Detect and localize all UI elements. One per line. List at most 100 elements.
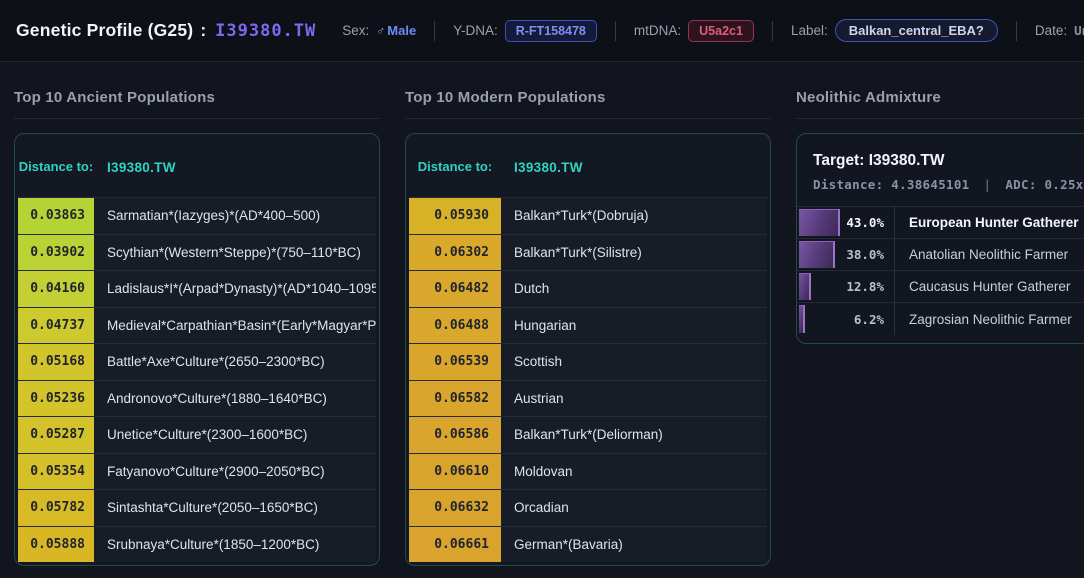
mtdna-label: mtDNA: <box>634 23 681 38</box>
admixture-table: 43.0% European Hunter Gatherer 38.0% Ana… <box>797 206 1084 335</box>
date-value: Unknown <box>1074 23 1084 38</box>
admixture-bar <box>799 273 811 300</box>
distance-cell: 0.06582 <box>409 381 501 417</box>
admixture-adc: ADC: 0.25x <box>1005 177 1083 192</box>
population-cell: Sintashta*Culture*(2050–1650*BC) <box>94 490 376 526</box>
admixture-percent: 43.0% <box>846 215 884 230</box>
table-row: 0.06661German*(Bavaria) <box>409 526 767 563</box>
admixture-label: Zagrosian Neolithic Farmer <box>894 303 1084 335</box>
distance-cell: 0.05287 <box>18 417 94 453</box>
bar-zone: 43.0% <box>797 207 894 238</box>
ydna-badge[interactable]: R-FT158478 <box>505 20 597 42</box>
title-separator: : <box>200 20 206 41</box>
ancient-populations-table: Distance to: I39380.TW 0.03863Sarmatian*… <box>14 133 380 566</box>
distance-cell: 0.03902 <box>18 235 94 271</box>
table-row: 0.05888Srubnaya*Culture*(1850–1200*BC) <box>18 526 376 563</box>
table-row: 0.05236Andronovo*Culture*(1880–1640*BC) <box>18 380 376 417</box>
profile-meta: Sex: ♂Male Y-DNA: R-FT158478 mtDNA: U5a2… <box>342 19 1084 42</box>
admixture-section-title: Neolithic Admixture <box>796 62 1084 119</box>
table-row: 0.05354Fatyanovo*Culture*(2900–2050*BC) <box>18 453 376 490</box>
admixture-bar <box>799 209 840 236</box>
admixture-percent: 38.0% <box>846 247 884 262</box>
table-row: 0.06586Balkan*Turk*(Deliorman) <box>409 416 767 453</box>
population-cell: Austrian <box>501 381 767 417</box>
admixture-row: 6.2% Zagrosian Neolithic Farmer <box>797 303 1084 335</box>
table-header: Distance to: I39380.TW <box>409 137 767 197</box>
sample-column-header: I39380.TW <box>94 160 176 175</box>
population-cell: Balkan*Turk*(Dobruja) <box>501 198 767 234</box>
distance-cell: 0.06610 <box>409 454 501 490</box>
admixture-label: Caucasus Hunter Gatherer <box>894 271 1084 302</box>
sex-label: Sex: <box>342 23 369 38</box>
meta-divider <box>772 21 773 41</box>
population-cell: Sarmatian*(Iazyges)*(AD*400–500) <box>94 198 376 234</box>
target-label: Target: <box>813 152 864 169</box>
population-cell: Scythian*(Western*Steppe)*(750–110*BC) <box>94 235 376 271</box>
table-row: 0.03902Scythian*(Western*Steppe)*(750–11… <box>18 234 376 271</box>
population-cell: Scottish <box>501 344 767 380</box>
population-cell: Balkan*Turk*(Silistre) <box>501 235 767 271</box>
distance-cell: 0.06482 <box>409 271 501 307</box>
distance-cell: 0.06488 <box>409 308 501 344</box>
bar-zone: 12.8% <box>797 271 894 302</box>
male-icon: ♂ <box>376 24 385 38</box>
distance-cell: 0.03863 <box>18 198 94 234</box>
table-row: 0.03863Sarmatian*(Iazyges)*(AD*400–500) <box>18 197 376 234</box>
meta-divider <box>615 21 616 41</box>
admixture-stats: Distance: 4.38645101 | ADC: 0.25x <box>797 170 1084 206</box>
population-cell: Balkan*Turk*(Deliorman) <box>501 417 767 453</box>
sex-value-text: Male <box>387 23 416 38</box>
distance-cell: 0.05236 <box>18 381 94 417</box>
table-header: Distance to: I39380.TW <box>18 137 376 197</box>
distance-cell: 0.05888 <box>18 527 94 563</box>
modern-section-title: Top 10 Modern Populations <box>405 62 771 119</box>
table-row: 0.06539Scottish <box>409 343 767 380</box>
admixture-percent: 12.8% <box>846 279 884 294</box>
page-title: Genetic Profile (G25) <box>16 20 193 41</box>
distance-cell: 0.05782 <box>18 490 94 526</box>
stats-divider: | <box>984 177 992 192</box>
table-row: 0.06610Moldovan <box>409 453 767 490</box>
population-cell: Battle*Axe*Culture*(2650–2300*BC) <box>94 344 376 380</box>
table-row: 0.04737Medieval*Carpathian*Basin*(Early*… <box>18 307 376 344</box>
distance-cell: 0.05168 <box>18 344 94 380</box>
admixture-label: Anatolian Neolithic Farmer <box>894 239 1084 270</box>
modern-populations-table: Distance to: I39380.TW 0.05930Balkan*Tur… <box>405 133 771 566</box>
sample-id[interactable]: I39380.TW <box>215 21 316 41</box>
neolithic-admixture-section: Neolithic Admixture Target: I39380.TW Di… <box>796 62 1084 344</box>
admixture-panel: Target: I39380.TW Distance: 4.38645101 | A… <box>796 133 1084 344</box>
admixture-target: Target: I39380.TW <box>797 150 1084 170</box>
table-row: 0.05930Balkan*Turk*(Dobruja) <box>409 197 767 234</box>
table-row: 0.06632Orcadian <box>409 489 767 526</box>
admixture-distance: Distance: 4.38645101 <box>813 177 970 192</box>
admixture-bar <box>799 305 805 333</box>
table-row: 0.05782Sintashta*Culture*(2050–1650*BC) <box>18 489 376 526</box>
label-label: Label: <box>791 23 828 38</box>
ancient-section-title: Top 10 Ancient Populations <box>14 62 380 119</box>
sample-column-header: I39380.TW <box>501 160 583 175</box>
population-cell: Moldovan <box>501 454 767 490</box>
population-cell: Dutch <box>501 271 767 307</box>
label-badge[interactable]: Balkan_central_EBA? <box>835 19 998 42</box>
distance-cell: 0.06302 <box>409 235 501 271</box>
table-row: 0.06582Austrian <box>409 380 767 417</box>
admixture-row: 38.0% Anatolian Neolithic Farmer <box>797 239 1084 271</box>
distance-cell: 0.05930 <box>409 198 501 234</box>
admixture-label: European Hunter Gatherer <box>894 207 1084 238</box>
table-row: 0.06488Hungarian <box>409 307 767 344</box>
population-cell: Ladislaus*I*(Arpad*Dynasty)*(AD*1040–109… <box>94 271 376 307</box>
ydna-label: Y-DNA: <box>453 23 498 38</box>
admixture-row: 43.0% European Hunter Gatherer <box>797 207 1084 239</box>
meta-divider <box>434 21 435 41</box>
table-row: 0.04160Ladislaus*I*(Arpad*Dynasty)*(AD*1… <box>18 270 376 307</box>
table-row: 0.05287Unetice*Culture*(2300–1600*BC) <box>18 416 376 453</box>
admixture-bar <box>799 241 835 268</box>
admixture-percent: 6.2% <box>854 312 884 327</box>
distance-column-header: Distance to: <box>409 158 501 177</box>
meta-divider <box>1016 21 1017 41</box>
bar-zone: 6.2% <box>797 303 894 335</box>
mtdna-badge[interactable]: U5a2c1 <box>688 20 754 42</box>
population-cell: Hungarian <box>501 308 767 344</box>
population-cell: Orcadian <box>501 490 767 526</box>
bar-zone: 38.0% <box>797 239 894 270</box>
